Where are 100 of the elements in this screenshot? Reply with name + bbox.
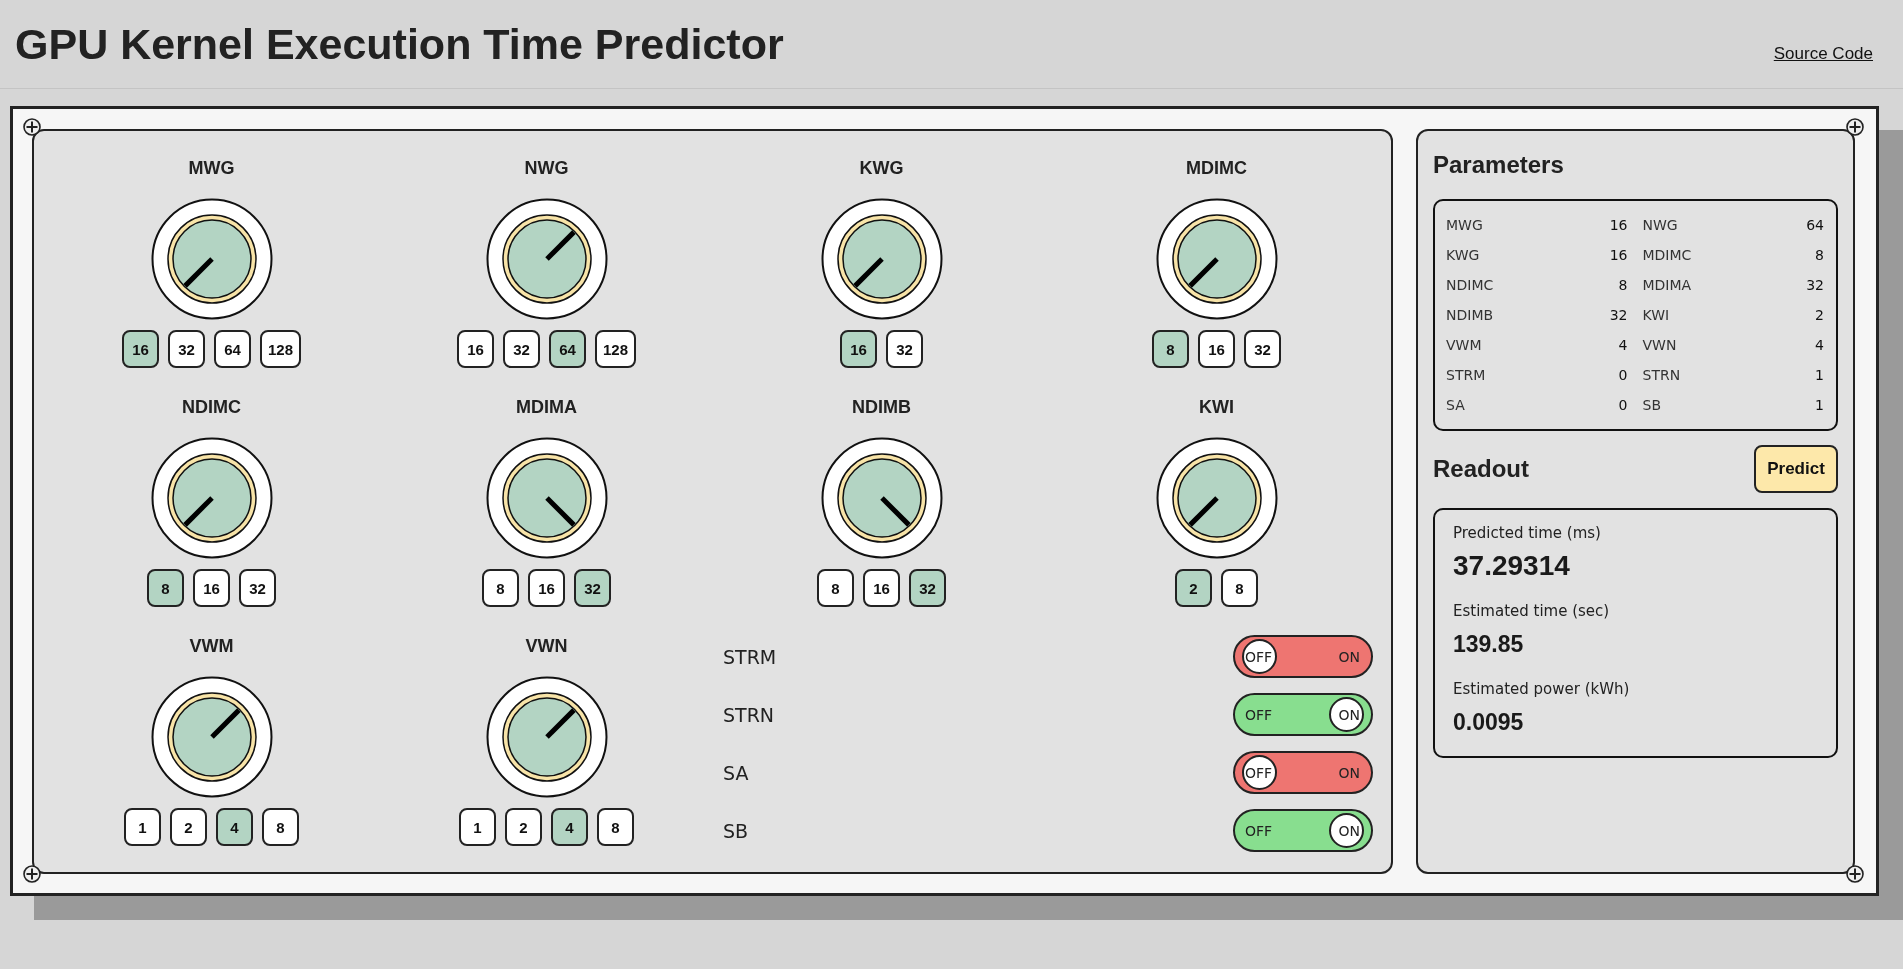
parameter-name: VWN bbox=[1642, 337, 1677, 353]
option-button[interactable]: 2 bbox=[170, 808, 207, 846]
rotary-knob[interactable] bbox=[1155, 198, 1278, 320]
knob-label: KWI bbox=[1199, 396, 1234, 418]
toggle-switch[interactable]: OFF ON bbox=[1233, 693, 1373, 736]
parameter-value: 0 bbox=[1618, 397, 1628, 413]
switch-thumb bbox=[1329, 697, 1364, 732]
switch-label: STRN bbox=[723, 703, 775, 726]
switch-label: STRM bbox=[723, 645, 777, 668]
option-button[interactable]: 16 bbox=[863, 569, 900, 607]
option-button[interactable]: 16 bbox=[840, 330, 877, 368]
option-button[interactable]: 1 bbox=[459, 808, 496, 846]
parameter-name: MWG bbox=[1446, 217, 1483, 233]
parameter-name: NDIMC bbox=[1446, 277, 1494, 293]
knob-label: VWM bbox=[189, 635, 234, 657]
rotary-knob[interactable] bbox=[150, 437, 273, 559]
parameter-value: 1 bbox=[1815, 367, 1824, 383]
parameter-name: VWM bbox=[1446, 337, 1482, 353]
option-button[interactable]: 8 bbox=[597, 808, 634, 846]
metric-value: 0.0095 bbox=[1453, 708, 1524, 737]
rotary-knob[interactable] bbox=[150, 198, 273, 320]
option-button[interactable]: 8 bbox=[1221, 569, 1258, 607]
switch-label: SA bbox=[723, 761, 749, 784]
option-button[interactable]: 16 bbox=[528, 569, 565, 607]
parameter-name: MDIMC bbox=[1642, 247, 1692, 263]
knob-label: KWG bbox=[859, 157, 904, 179]
option-button[interactable]: 8 bbox=[817, 569, 854, 607]
option-button[interactable]: 64 bbox=[549, 330, 586, 368]
option-button[interactable]: 8 bbox=[1152, 330, 1189, 368]
parameter-value: 8 bbox=[1815, 247, 1824, 263]
option-button[interactable]: 4 bbox=[216, 808, 253, 846]
option-button[interactable]: 8 bbox=[262, 808, 299, 846]
option-button[interactable]: 32 bbox=[574, 569, 611, 607]
section-heading: Parameters bbox=[1433, 150, 1565, 180]
rotary-knob[interactable] bbox=[820, 437, 943, 559]
option-button[interactable]: 4 bbox=[551, 808, 588, 846]
option-button[interactable]: 32 bbox=[1244, 330, 1281, 368]
section-heading: Readout bbox=[1433, 454, 1529, 484]
switch-label: SB bbox=[723, 819, 749, 842]
knob-label: MDIMC bbox=[1186, 157, 1247, 179]
parameter-name: SA bbox=[1446, 397, 1465, 413]
knob-label: NWG bbox=[524, 157, 569, 179]
metric-label: Predicted time (ms) bbox=[1453, 523, 1601, 543]
option-button[interactable]: 32 bbox=[239, 569, 276, 607]
option-button[interactable]: 32 bbox=[168, 330, 205, 368]
switch-thumb bbox=[1329, 813, 1364, 848]
rotary-knob[interactable] bbox=[820, 198, 943, 320]
parameter-value: 8 bbox=[1618, 277, 1628, 293]
knob-label: VWN bbox=[525, 635, 568, 657]
predict-button[interactable]: Predict bbox=[1754, 445, 1838, 493]
parameter-value: 2 bbox=[1815, 307, 1824, 323]
option-button[interactable]: 1 bbox=[124, 808, 161, 846]
parameter-name: NWG bbox=[1642, 217, 1678, 233]
rotary-knob[interactable] bbox=[485, 198, 608, 320]
toggle-switch[interactable]: OFF ON bbox=[1233, 751, 1373, 794]
parameter-name: STRM bbox=[1446, 367, 1486, 383]
option-button[interactable]: 16 bbox=[457, 330, 494, 368]
knob-label: MDIMA bbox=[516, 396, 577, 418]
source-code-link[interactable]: Source Code bbox=[1773, 44, 1873, 64]
option-button[interactable]: 8 bbox=[482, 569, 519, 607]
option-button[interactable]: 128 bbox=[260, 330, 301, 368]
parameter-name: NDIMB bbox=[1446, 307, 1494, 323]
parameter-value: 32 bbox=[1806, 277, 1824, 293]
metric-value: 139.85 bbox=[1453, 630, 1524, 659]
rotary-knob[interactable] bbox=[1155, 437, 1278, 559]
option-button[interactable]: 32 bbox=[503, 330, 540, 368]
knob-label: NDIMB bbox=[852, 396, 911, 418]
metric-value: 37.29314 bbox=[1453, 549, 1570, 583]
parameter-name: KWI bbox=[1642, 307, 1670, 323]
option-button[interactable]: 128 bbox=[595, 330, 636, 368]
toggle-switch[interactable]: OFF ON bbox=[1233, 635, 1373, 678]
parameter-name: KWG bbox=[1446, 247, 1480, 263]
option-button[interactable]: 2 bbox=[505, 808, 542, 846]
metric-label: Estimated power (kWh) bbox=[1453, 679, 1630, 699]
parameter-name: MDIMA bbox=[1642, 277, 1692, 293]
option-button[interactable]: 2 bbox=[1175, 569, 1212, 607]
parameter-value: 0 bbox=[1618, 367, 1628, 383]
option-button[interactable]: 64 bbox=[214, 330, 251, 368]
parameter-value: 4 bbox=[1618, 337, 1628, 353]
rotary-knob[interactable] bbox=[150, 676, 273, 798]
option-button[interactable]: 32 bbox=[909, 569, 946, 607]
parameter-value: 4 bbox=[1815, 337, 1824, 353]
rotary-knob[interactable] bbox=[485, 676, 608, 798]
option-button[interactable]: 32 bbox=[886, 330, 923, 368]
app-title: GPU Kernel Execution Time Predictor bbox=[15, 19, 784, 70]
switch-thumb bbox=[1242, 755, 1277, 790]
knob-label: NDIMC bbox=[182, 396, 241, 418]
parameter-value: 1 bbox=[1815, 397, 1824, 413]
option-button[interactable]: 16 bbox=[122, 330, 159, 368]
parameter-value: 16 bbox=[1609, 247, 1628, 263]
switch-thumb bbox=[1242, 639, 1277, 674]
parameter-value: 16 bbox=[1609, 217, 1628, 233]
rotary-knob[interactable] bbox=[485, 437, 608, 559]
option-button[interactable]: 16 bbox=[193, 569, 230, 607]
toggle-switch[interactable]: OFF ON bbox=[1233, 809, 1373, 852]
option-button[interactable]: 16 bbox=[1198, 330, 1235, 368]
parameter-name: STRN bbox=[1642, 367, 1681, 383]
option-button[interactable]: 8 bbox=[147, 569, 184, 607]
parameter-value: 32 bbox=[1609, 307, 1628, 323]
parameter-name: SB bbox=[1642, 397, 1661, 413]
